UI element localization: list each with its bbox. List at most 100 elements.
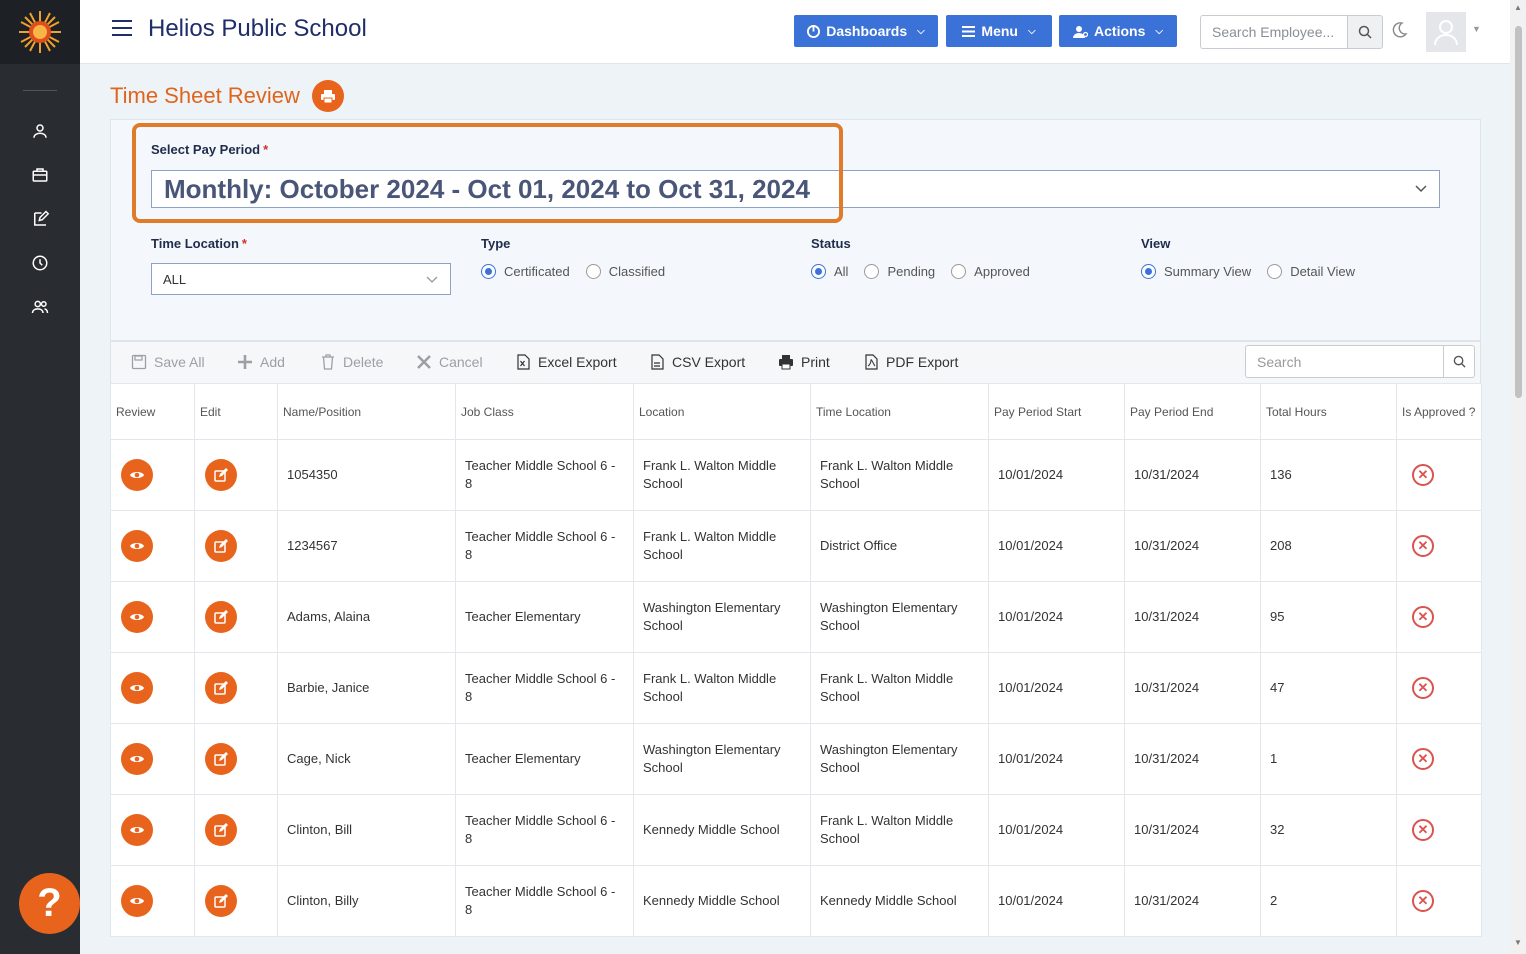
is-approved-cell: ✕ xyxy=(1396,723,1482,795)
edit-icon xyxy=(214,468,228,482)
dashboards-button[interactable]: Dashboards ⌵ xyxy=(794,15,938,47)
not-approved-x-icon[interactable]: ✕ xyxy=(1412,535,1434,557)
actions-label: Actions xyxy=(1094,23,1146,39)
view-summary-radio[interactable]: Summary View xyxy=(1141,264,1251,279)
sidebar-item-edit[interactable] xyxy=(0,197,80,241)
edit-icon xyxy=(214,610,228,624)
sidebar-item-profile[interactable] xyxy=(0,109,80,153)
sidebar-item-employees[interactable] xyxy=(0,285,80,329)
time-location-select[interactable]: ALL xyxy=(151,263,451,295)
review-button[interactable] xyxy=(121,601,153,633)
column-header[interactable]: Edit xyxy=(194,383,278,440)
save-all-button[interactable]: Save All xyxy=(131,354,205,370)
review-button[interactable] xyxy=(121,530,153,562)
type-radio-group: Certificated Classified xyxy=(481,264,681,279)
column-header[interactable]: Pay Period Start xyxy=(988,383,1125,440)
print-page-button[interactable] xyxy=(311,80,344,112)
status-label: Status xyxy=(811,236,851,251)
menu-button[interactable]: Menu ⌵ xyxy=(946,15,1052,47)
grid-search-button[interactable] xyxy=(1443,345,1475,378)
column-header[interactable]: Location xyxy=(633,383,811,440)
printer-icon xyxy=(320,89,335,103)
type-certificated-radio[interactable]: Certificated xyxy=(481,264,570,279)
dashboard-icon xyxy=(807,24,821,38)
column-header[interactable]: Pay Period End xyxy=(1124,383,1261,440)
edit-icon xyxy=(34,210,49,226)
edit-button[interactable] xyxy=(205,459,237,491)
edit-button[interactable] xyxy=(205,672,237,704)
view-detail-radio[interactable]: Detail View xyxy=(1267,264,1355,279)
type-classified-radio[interactable]: Classified xyxy=(585,264,665,279)
location-cell: Frank L. Walton Middle School xyxy=(633,652,811,724)
status-approved-radio[interactable]: Approved xyxy=(951,264,1030,279)
pdf-export-button[interactable]: PDF Export xyxy=(863,354,958,370)
actions-button[interactable]: Actions ⌵ xyxy=(1059,15,1177,47)
table-row[interactable]: Clinton, Billy Teacher Middle School 6 - … xyxy=(110,865,1482,937)
review-button[interactable] xyxy=(121,885,153,917)
not-approved-x-icon[interactable]: ✕ xyxy=(1412,890,1434,912)
logo[interactable] xyxy=(0,0,80,64)
scrollbar-thumb[interactable] xyxy=(1515,26,1522,398)
edit-button[interactable] xyxy=(205,530,237,562)
edit-icon xyxy=(214,681,228,695)
review-button[interactable] xyxy=(121,814,153,846)
pay-period-highlight xyxy=(132,123,843,223)
csv-export-button[interactable]: CSV Export xyxy=(649,354,745,370)
search-icon xyxy=(1358,25,1372,39)
table-row[interactable]: 1054350 Teacher Middle School 6 - 8 Frank … xyxy=(110,439,1482,511)
pay-period-start-cell: 10/01/2024 xyxy=(988,794,1125,866)
eye-icon xyxy=(130,827,144,833)
location-cell: Kennedy Middle School xyxy=(633,865,811,937)
not-approved-x-icon[interactable]: ✕ xyxy=(1412,464,1434,486)
help-button[interactable]: ? xyxy=(19,873,80,934)
status-pending-radio[interactable]: Pending xyxy=(864,264,935,279)
review-button[interactable] xyxy=(121,459,153,491)
edit-button[interactable] xyxy=(205,601,237,633)
not-approved-x-icon[interactable]: ✕ xyxy=(1412,677,1434,699)
avatar-chevron-down-icon[interactable]: ▼ xyxy=(1472,24,1481,34)
pay-period-end-cell: 10/31/2024 xyxy=(1124,794,1261,866)
scroll-up-icon[interactable]: ▲ xyxy=(1514,3,1522,12)
sidebar-item-time[interactable] xyxy=(0,241,80,285)
view-label: View xyxy=(1141,236,1171,251)
column-header[interactable]: Total Hours xyxy=(1260,383,1397,440)
cancel-button[interactable]: Cancel xyxy=(416,354,483,370)
column-header[interactable]: Job Class xyxy=(455,383,634,440)
column-header[interactable]: Name/Position xyxy=(277,383,456,440)
table-row[interactable]: Clinton, Bill Teacher Middle School 6 - 8… xyxy=(110,794,1482,866)
column-header[interactable]: Is Approved ? xyxy=(1396,383,1482,440)
employee-search-input[interactable]: Search Employee... xyxy=(1200,15,1347,49)
add-button[interactable]: Add xyxy=(237,354,285,370)
table-row[interactable]: Adams, Alaina Teacher Elementary Washingto… xyxy=(110,581,1482,653)
employee-search-button[interactable] xyxy=(1347,15,1383,49)
edit-button[interactable] xyxy=(205,743,237,775)
edit-button[interactable] xyxy=(205,814,237,846)
pdf-file-icon xyxy=(865,354,878,370)
grid-search-input[interactable]: Search xyxy=(1245,345,1443,378)
chevron-down-icon: ⌵ xyxy=(1027,25,1036,37)
not-approved-x-icon[interactable]: ✕ xyxy=(1412,748,1434,770)
table-row[interactable]: Cage, Nick Teacher Elementary Washington E… xyxy=(110,723,1482,795)
edit-button[interactable] xyxy=(205,885,237,917)
scroll-down-icon[interactable]: ▼ xyxy=(1514,938,1522,947)
user-avatar[interactable] xyxy=(1426,12,1466,52)
status-all-radio[interactable]: All xyxy=(811,264,848,279)
table-row[interactable]: Barbie, Janice Teacher Middle School 6 - … xyxy=(110,652,1482,724)
dark-mode-moon-icon[interactable] xyxy=(1390,21,1408,39)
job-class-cell: Teacher Elementary xyxy=(455,723,634,795)
table-row[interactable]: 1234567 Teacher Middle School 6 - 8 Frank … xyxy=(110,510,1482,582)
status-radio-group: All Pending Approved xyxy=(811,264,1046,279)
not-approved-x-icon[interactable]: ✕ xyxy=(1412,819,1434,841)
review-button[interactable] xyxy=(121,672,153,704)
column-header[interactable]: Time Location xyxy=(810,383,989,440)
hamburger-menu-icon[interactable] xyxy=(112,20,132,36)
delete-button[interactable]: Delete xyxy=(320,354,383,370)
page-scrollbar[interactable]: ▲ ▼ xyxy=(1510,0,1526,954)
edit-cell xyxy=(194,581,278,653)
review-button[interactable] xyxy=(121,743,153,775)
print-button[interactable]: Print xyxy=(778,354,830,370)
column-header[interactable]: Review xyxy=(110,383,195,440)
not-approved-x-icon[interactable]: ✕ xyxy=(1412,606,1434,628)
sidebar-item-jobs[interactable] xyxy=(0,153,80,197)
excel-export-button[interactable]: Excel Export xyxy=(515,354,617,370)
